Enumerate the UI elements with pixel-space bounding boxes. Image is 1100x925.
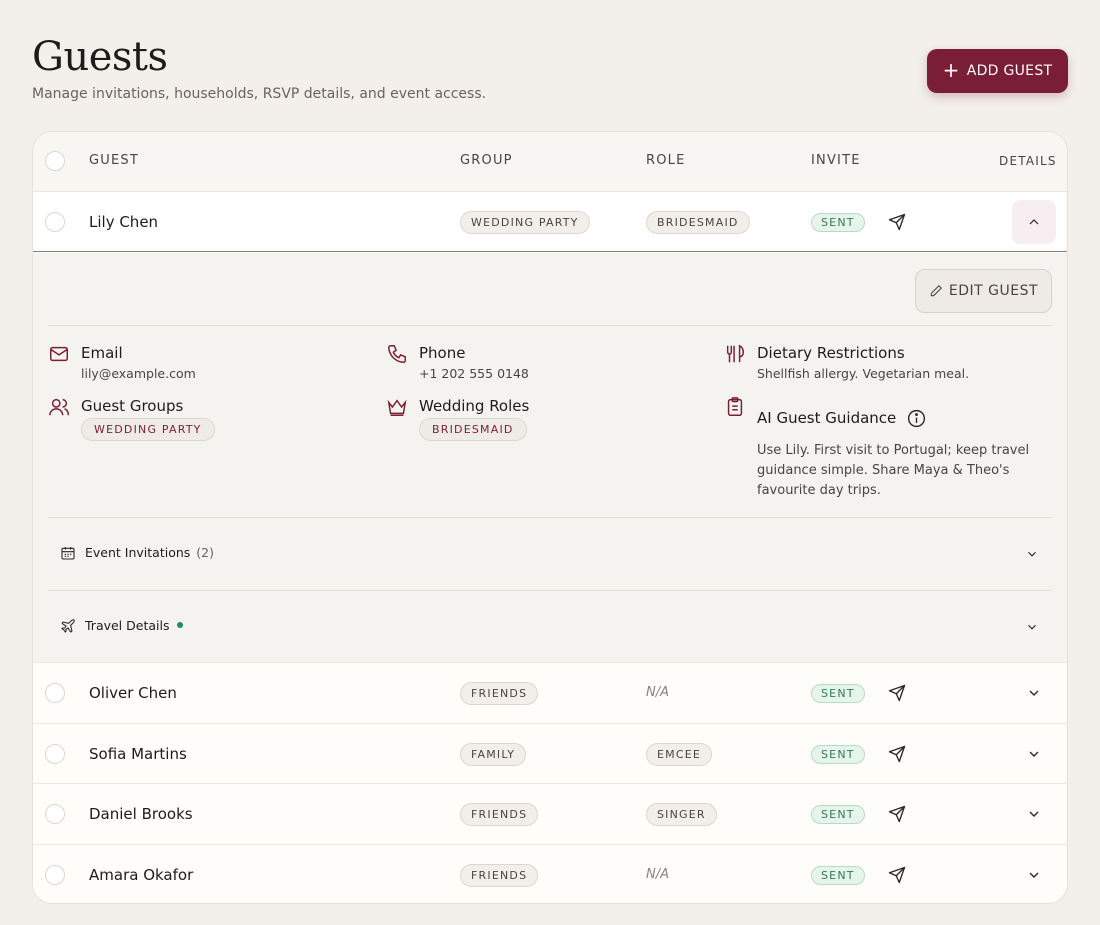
role-badge: EMCEE xyxy=(646,743,713,766)
select-all-checkbox[interactable] xyxy=(45,151,65,171)
wedding-roles-label: Wedding Roles xyxy=(419,397,530,415)
email-value: lily@example.com xyxy=(81,366,196,381)
guest-group-badge: WEDDING PARTY xyxy=(81,418,215,441)
chevron-down-icon[interactable] xyxy=(1026,867,1042,883)
invite-status-badge: SENT xyxy=(811,745,865,764)
add-guest-label: ADD GUEST xyxy=(966,63,1053,79)
header-invite[interactable]: INVITE xyxy=(811,153,861,168)
guest-table: GUEST GROUP ROLE INVITE DETAILS Lily Che… xyxy=(32,131,1068,904)
invite-status-badge: SENT xyxy=(811,866,865,885)
utensils-icon xyxy=(726,344,744,363)
info-icon[interactable] xyxy=(906,408,927,429)
row-checkbox[interactable] xyxy=(45,804,65,824)
send-icon[interactable] xyxy=(888,805,906,823)
guest-name: Amara Okafor xyxy=(89,866,194,884)
phone-value: +1 202 555 0148 xyxy=(419,366,529,381)
chevron-down-icon[interactable] xyxy=(1026,746,1042,762)
role-value: N/A xyxy=(646,867,669,882)
header-details: DETAILS xyxy=(999,154,1057,168)
role-value: N/A xyxy=(646,685,669,700)
edit-guest-button[interactable]: EDIT GUEST xyxy=(915,269,1052,313)
dietary-label: Dietary Restrictions xyxy=(757,344,905,362)
chevron-down-icon xyxy=(1028,551,1036,557)
collapse-details-button[interactable] xyxy=(1012,200,1056,244)
invite-status-badge: SENT xyxy=(811,805,865,824)
wedding-role-badge: BRIDESMAID xyxy=(419,418,527,441)
send-icon[interactable] xyxy=(888,684,906,702)
calendar-icon xyxy=(61,547,75,560)
table-row[interactable]: Sofia Martins FAMILY EMCEE SENT xyxy=(33,723,1067,784)
phone-icon xyxy=(388,345,406,363)
group-badge: WEDDING PARTY xyxy=(460,211,590,234)
guest-name: Sofia Martins xyxy=(89,745,187,763)
clipboard-icon xyxy=(727,397,743,416)
header-guest[interactable]: GUEST xyxy=(89,153,139,168)
invite-status-badge: SENT xyxy=(811,213,865,232)
group-badge: FAMILY xyxy=(460,743,527,766)
send-icon[interactable] xyxy=(888,213,906,231)
event-invitations-accordion[interactable]: Event Invitations (2) xyxy=(48,518,1052,590)
edit-guest-label: EDIT GUEST xyxy=(948,283,1039,299)
send-icon[interactable] xyxy=(888,745,906,763)
guest-detail-panel: EDIT GUEST Email lily@example.com Phone … xyxy=(33,253,1067,663)
email-label: Email xyxy=(81,344,123,362)
group-badge: FRIENDS xyxy=(460,803,539,826)
table-row[interactable]: Lily Chen WEDDING PARTY BRIDESMAID SENT xyxy=(33,191,1067,252)
guest-name: Oliver Chen xyxy=(89,684,177,702)
table-row[interactable]: Oliver Chen FRIENDS N/A SENT xyxy=(33,662,1067,723)
plane-icon xyxy=(61,619,75,633)
guest-name: Lily Chen xyxy=(89,213,159,231)
page-title: Guests xyxy=(32,34,168,80)
plus-icon: + xyxy=(942,58,960,82)
page-subtitle: Manage invitations, households, RSVP det… xyxy=(32,86,487,102)
divider xyxy=(48,325,1052,326)
add-guest-button[interactable]: + ADD GUEST xyxy=(927,49,1068,93)
group-badge: FRIENDS xyxy=(460,864,539,887)
row-checkbox[interactable] xyxy=(45,212,65,232)
mail-icon xyxy=(50,346,68,362)
guest-groups-label: Guest Groups xyxy=(81,397,184,415)
chevron-down-icon[interactable] xyxy=(1026,685,1042,701)
pencil-icon xyxy=(930,285,942,297)
table-header: GUEST GROUP ROLE INVITE DETAILS xyxy=(33,132,1067,191)
chevron-up-icon xyxy=(1029,219,1039,225)
header-role[interactable]: ROLE xyxy=(646,153,686,168)
table-row[interactable]: Daniel Brooks FRIENDS SINGER SENT xyxy=(33,783,1067,844)
ai-guidance-label: AI Guest Guidance xyxy=(757,409,897,427)
dietary-value: Shellfish allergy. Vegetarian meal. xyxy=(757,366,970,381)
row-checkbox[interactable] xyxy=(45,683,65,703)
users-icon xyxy=(49,398,70,416)
status-dot xyxy=(177,621,184,628)
ai-guidance-text: Use Lily. First visit to Portugal; keep … xyxy=(757,443,1030,498)
guest-name: Daniel Brooks xyxy=(89,805,193,823)
send-icon[interactable] xyxy=(888,866,906,884)
chevron-down-icon[interactable] xyxy=(1026,806,1042,822)
table-row[interactable]: Amara Okafor FRIENDS N/A SENT xyxy=(33,844,1067,903)
crown-icon xyxy=(387,399,407,416)
event-invitations-label: Event Invitations (2) xyxy=(85,545,214,560)
event-invitations-count: (2) xyxy=(196,545,214,560)
group-badge: FRIENDS xyxy=(460,682,539,705)
row-checkbox[interactable] xyxy=(45,865,65,885)
invite-status-badge: SENT xyxy=(811,684,865,703)
travel-details-label: Travel Details xyxy=(85,618,184,633)
chevron-down-icon xyxy=(1028,624,1036,630)
phone-label: Phone xyxy=(419,344,466,362)
header-group[interactable]: GROUP xyxy=(460,153,513,168)
role-badge: BRIDESMAID xyxy=(646,211,750,234)
row-checkbox[interactable] xyxy=(45,744,65,764)
travel-details-accordion[interactable]: Travel Details xyxy=(48,591,1052,663)
role-badge: SINGER xyxy=(646,803,717,826)
